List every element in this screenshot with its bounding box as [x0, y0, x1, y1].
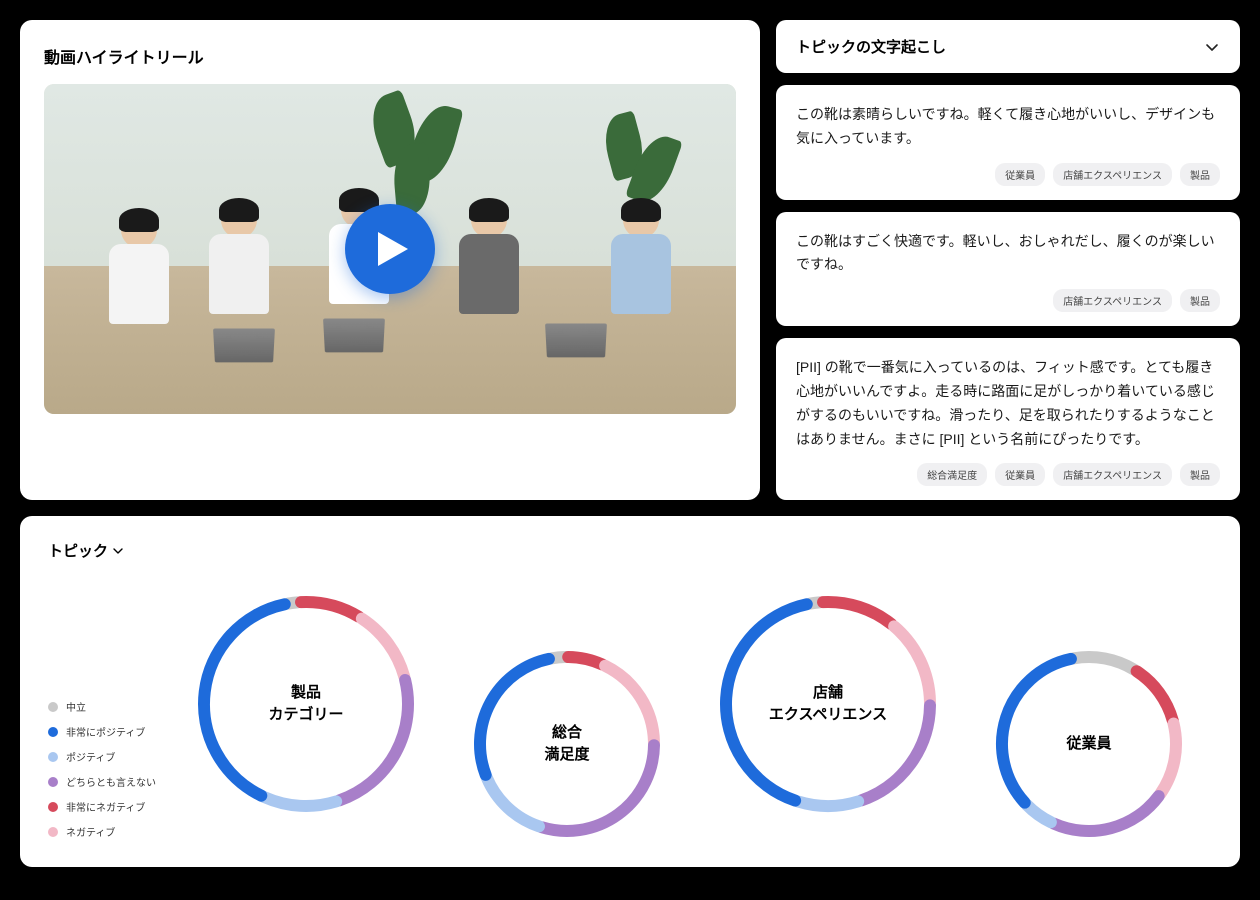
- tag[interactable]: 店舗エクスペリエンス: [1053, 163, 1172, 186]
- donut-segment[interactable]: [726, 605, 807, 801]
- donut-segment[interactable]: [204, 605, 285, 796]
- donut-chart: [718, 594, 938, 814]
- donut-segment[interactable]: [487, 778, 539, 827]
- tag[interactable]: 従業員: [995, 463, 1045, 486]
- legend-item: どちらとも言えない: [48, 774, 156, 789]
- tag[interactable]: 製品: [1180, 289, 1220, 312]
- chevron-down-icon: [1204, 39, 1220, 55]
- donut-segment[interactable]: [1002, 659, 1071, 803]
- donut-segment[interactable]: [480, 659, 549, 775]
- donut-segment[interactable]: [1027, 805, 1051, 822]
- donut-segment[interactable]: [340, 680, 408, 800]
- transcript-column: トピックの文字起こし この靴は素晴らしいですね。軽くて履き心地がいいし、デザイン…: [776, 20, 1240, 500]
- top-row: 動画ハイライトリール: [20, 20, 1240, 500]
- donut-segment[interactable]: [894, 627, 930, 703]
- topics-title[interactable]: トピック: [48, 540, 124, 561]
- tag-row: 総合満足度従業員店舗エクスペリエンス製品: [796, 463, 1220, 486]
- legend-label: 非常にポジティブ: [66, 724, 145, 739]
- legend-item: ネガティブ: [48, 824, 156, 839]
- legend-dot: [48, 752, 58, 762]
- donut-segment[interactable]: [1054, 796, 1159, 831]
- tag[interactable]: 店舗エクスペリエンス: [1053, 289, 1172, 312]
- transcript-text: この靴は素晴らしいですね。軽くて履き心地がいいし、デザインも気に入っています。: [796, 103, 1220, 151]
- legend-dot: [48, 727, 58, 737]
- legend-label: ネガティブ: [66, 824, 115, 839]
- play-button[interactable]: [345, 204, 435, 294]
- tag[interactable]: 店舗エクスペリエンス: [1053, 463, 1172, 486]
- tag-row: 店舗エクスペリエンス製品: [796, 289, 1220, 312]
- donut-chart: [994, 649, 1184, 839]
- video-thumbnail[interactable]: [44, 84, 736, 414]
- legend-label: 非常にネガティブ: [66, 799, 145, 814]
- transcript-text: この靴はすごく快適です。軽いし、おしゃれだし、履くのが楽しいですね。: [796, 230, 1220, 278]
- donut-segment[interactable]: [1137, 672, 1173, 721]
- donut-segment[interactable]: [823, 602, 891, 624]
- donut-segment[interactable]: [301, 602, 359, 617]
- donut-segment[interactable]: [1160, 724, 1176, 794]
- donut-segment[interactable]: [568, 657, 602, 665]
- donut-wrap: 総合満足度: [472, 649, 662, 839]
- legend-item: 中立: [48, 699, 156, 714]
- donut-chart: [472, 649, 662, 839]
- legend-label: 中立: [66, 699, 86, 714]
- donut-chart: [196, 594, 416, 814]
- transcript-header[interactable]: トピックの文字起こし: [776, 20, 1240, 73]
- donut-segment[interactable]: [265, 798, 337, 807]
- transcript-text: [PII] の靴で一番気に入っているのは、フィット感です。とても履き心地がいいん…: [796, 356, 1220, 451]
- chevron-down-icon: [112, 545, 124, 557]
- tag[interactable]: 従業員: [995, 163, 1045, 186]
- topics-title-label: トピック: [48, 540, 108, 561]
- legend-dot: [48, 802, 58, 812]
- donut-wrap: 店舗エクスペリエンス: [718, 594, 938, 814]
- tag[interactable]: 製品: [1180, 463, 1220, 486]
- legend-label: どちらとも言えない: [66, 774, 156, 789]
- tag-row: 従業員店舗エクスペリエンス製品: [796, 163, 1220, 186]
- legend-dot: [48, 702, 58, 712]
- donut-wrap: 製品カテゴリー: [196, 594, 416, 814]
- tag[interactable]: 製品: [1180, 163, 1220, 186]
- video-highlight-card: 動画ハイライトリール: [20, 20, 760, 500]
- video-title: 動画ハイライトリール: [44, 44, 736, 68]
- tag[interactable]: 総合満足度: [917, 463, 987, 486]
- legend-label: ポジティブ: [66, 749, 115, 764]
- legend-dot: [48, 827, 58, 837]
- donut-segment[interactable]: [1074, 657, 1134, 670]
- transcript-item[interactable]: この靴はすごく快適です。軽いし、おしゃれだし、履くのが楽しいですね。店舗エクスペ…: [776, 212, 1240, 327]
- play-icon: [378, 232, 408, 266]
- legend-item: ポジティブ: [48, 749, 156, 764]
- legend-dot: [48, 777, 58, 787]
- donut-segment[interactable]: [799, 802, 859, 807]
- transcript-item[interactable]: [PII] の靴で一番気に入っているのは、フィット感です。とても履き心地がいいん…: [776, 338, 1240, 500]
- donut-wrap: 従業員: [994, 649, 1184, 839]
- donut-charts-row: 製品カテゴリー総合満足度店舗エクスペリエンス従業員: [48, 569, 1212, 839]
- donut-segment[interactable]: [605, 666, 654, 742]
- legend-item: 非常にポジティブ: [48, 724, 156, 739]
- donut-segment[interactable]: [862, 706, 930, 801]
- legend-item: 非常にネガティブ: [48, 799, 156, 814]
- donut-segment[interactable]: [542, 746, 654, 832]
- topics-card: トピック 製品カテゴリー総合満足度店舗エクスペリエンス従業員 中立非常にポジティ…: [20, 516, 1240, 867]
- transcript-header-title: トピックの文字起こし: [796, 36, 946, 57]
- legend: 中立非常にポジティブポジティブどちらとも言えない非常にネガティブネガティブ: [48, 699, 156, 839]
- transcript-item[interactable]: この靴は素晴らしいですね。軽くて履き心地がいいし、デザインも気に入っています。従…: [776, 85, 1240, 200]
- donut-segment[interactable]: [362, 619, 404, 677]
